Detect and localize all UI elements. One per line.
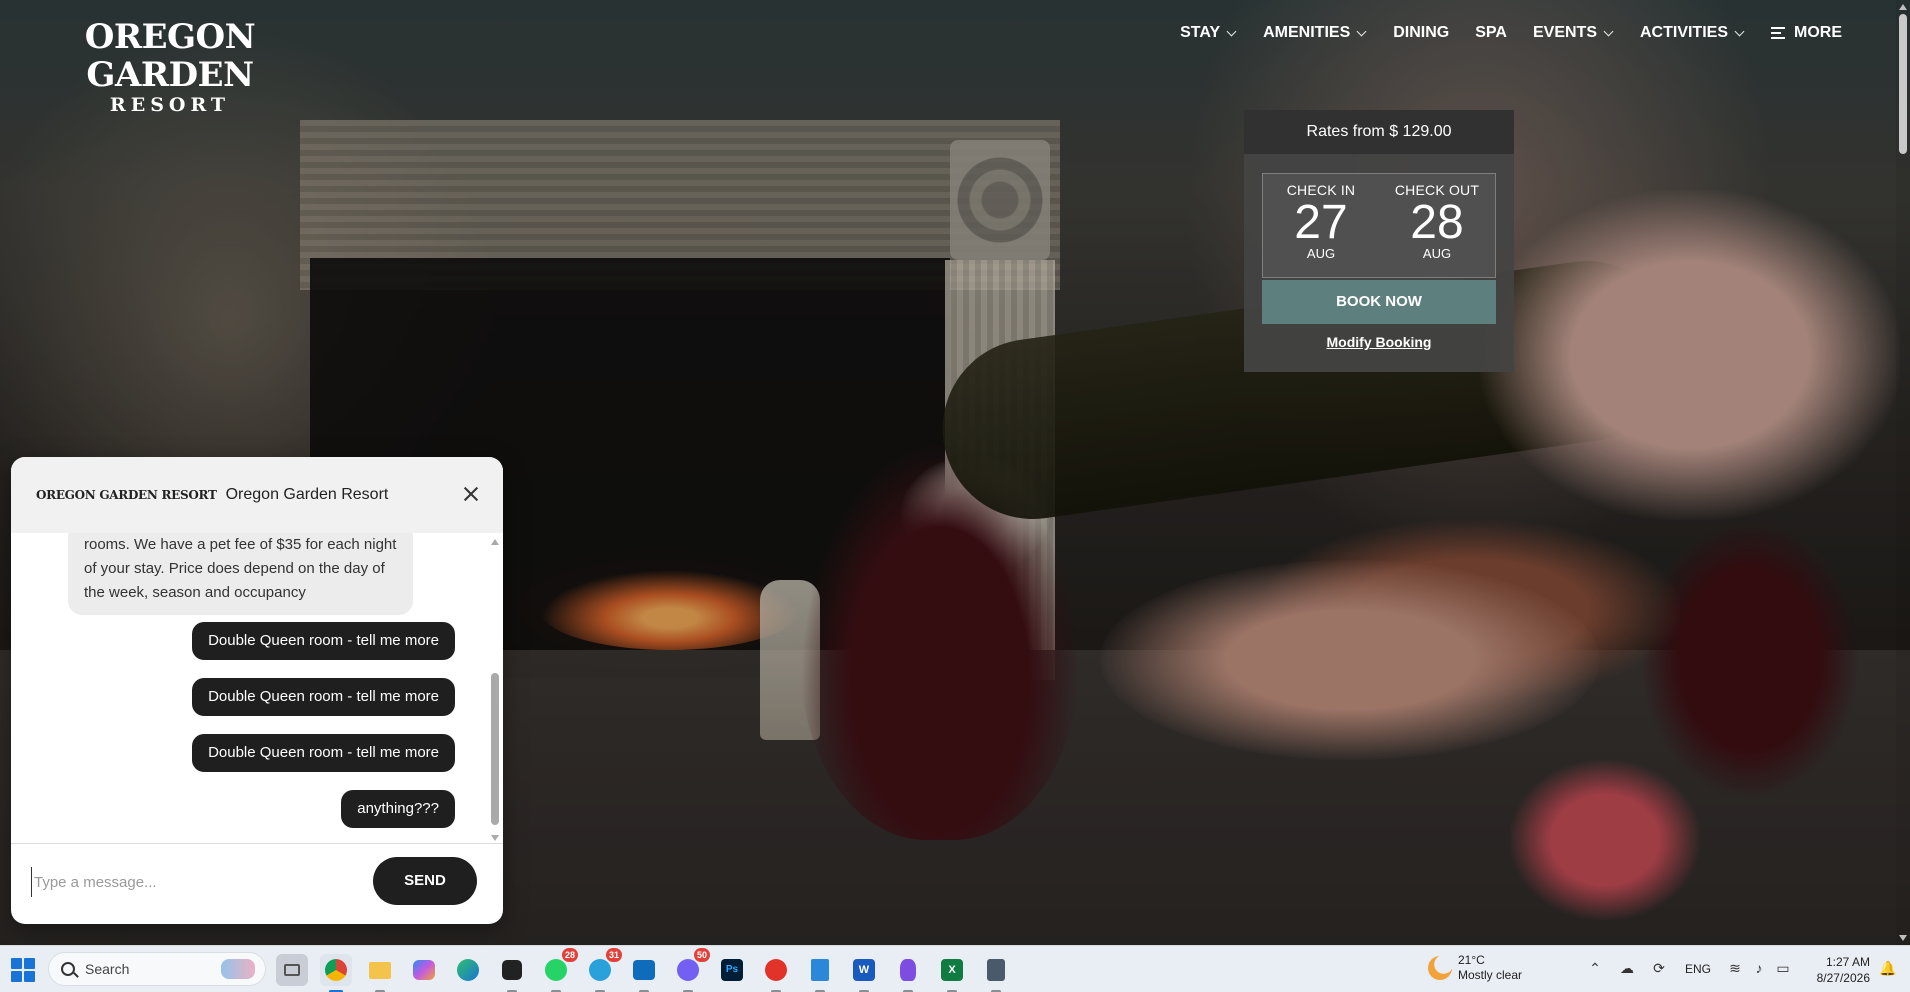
- user-message: Double Queen room - tell me more: [192, 734, 455, 772]
- nav-item-label: STAY: [1180, 24, 1221, 41]
- whatsapp-icon[interactable]: 28: [540, 948, 578, 992]
- nav-item-label: ACTIVITIES: [1639, 24, 1728, 41]
- logo-line-2: RESORT: [109, 94, 231, 116]
- nav-item-label: AMENITIES: [1263, 24, 1351, 41]
- check-out-month: AUG: [1422, 246, 1452, 261]
- nav-item-events[interactable]: EVENTS: [1533, 24, 1614, 42]
- modify-booking-link[interactable]: Modify Booking: [1244, 334, 1514, 350]
- check-out-day: 28: [1410, 196, 1464, 249]
- telegram-icon[interactable]: 31: [584, 948, 622, 992]
- nav-item-label: MORE: [1794, 24, 1842, 41]
- clock-date: 8/27/2026: [1816, 971, 1870, 985]
- excel-icon[interactable]: X: [936, 954, 968, 992]
- user-message: Double Queen room - tell me more: [192, 622, 455, 660]
- battery-icon[interactable]: ▭: [1773, 958, 1793, 978]
- nav-item-label: DINING: [1393, 24, 1450, 41]
- nav-item-label: EVENTS: [1532, 24, 1597, 41]
- scroll-down-arrow-icon[interactable]: [491, 835, 499, 841]
- copilot-icon[interactable]: [408, 954, 440, 986]
- user-message: Double Queen room - tell me more: [192, 678, 455, 716]
- check-out-date[interactable]: CHECK OUT 28 AUG: [1379, 174, 1495, 277]
- search-icon: [61, 962, 75, 976]
- notification-bell-icon[interactable]: 🔔: [1878, 958, 1898, 978]
- chrome-icon[interactable]: [320, 954, 352, 992]
- telegram-badge: 31: [605, 948, 622, 962]
- wifi-icon[interactable]: ≋: [1725, 958, 1745, 978]
- chevron-down-icon: [1734, 26, 1745, 36]
- user-message: anything???: [341, 790, 455, 828]
- chat-divider: [11, 843, 503, 844]
- nav-item-spa[interactable]: SPA: [1475, 24, 1507, 42]
- page-scrollbar[interactable]: [1896, 0, 1910, 945]
- chevron-down-icon: [1356, 26, 1367, 36]
- chevron-down-icon: [1603, 26, 1614, 36]
- nav-item-label: SPA: [1475, 24, 1507, 41]
- chevron-down-icon: [1226, 26, 1237, 36]
- send-button[interactable]: SEND: [373, 857, 477, 905]
- weather-widget[interactable]: 21°C Mostly clear: [1458, 953, 1522, 983]
- taskbar: Search 28 31 50 Ps W X 21°C Mostly clear…: [0, 945, 1910, 992]
- rates-text: Rates from $ 129.00: [1244, 110, 1514, 154]
- check-in-month: AUG: [1306, 246, 1336, 261]
- windows-start-icon[interactable]: [11, 958, 35, 982]
- scroll-down-arrow-icon[interactable]: [1899, 935, 1907, 941]
- date-selector: CHECK IN 27 AUG CHECK OUT 28 AUG: [1262, 173, 1496, 278]
- system-clock[interactable]: 1:27 AM 8/27/2026: [1806, 954, 1870, 986]
- notepad-icon[interactable]: [804, 954, 836, 992]
- menu-icon: [1771, 27, 1785, 39]
- clock-time: 1:27 AM: [1825, 955, 1870, 969]
- logo-line-1: OREGON GARDEN: [84, 17, 256, 95]
- obsidian-icon[interactable]: [892, 954, 924, 992]
- file-explorer-icon[interactable]: [364, 954, 396, 992]
- site-logo[interactable]: OREGON GARDEN RESORT: [50, 18, 290, 116]
- chat-logo: OREGON GARDEN RESORT: [36, 488, 217, 502]
- chat-widget: OREGON GARDEN RESORT Oregon Garden Resor…: [11, 457, 503, 924]
- nav-item-activities[interactable]: ACTIVITIES: [1640, 24, 1745, 42]
- main-nav: STAY AMENITIES DINING SPA EVENTS ACTIVIT…: [1180, 24, 1842, 42]
- close-icon[interactable]: [461, 484, 481, 504]
- chat-message-input[interactable]: [31, 867, 361, 897]
- app-dark-icon[interactable]: [496, 954, 528, 992]
- weather-moon-icon[interactable]: [1428, 956, 1452, 980]
- volume-icon[interactable]: ♪: [1749, 958, 1769, 978]
- search-highlight-image: [221, 959, 255, 979]
- edge-icon[interactable]: [452, 954, 484, 986]
- chevron-up-icon[interactable]: ⌃: [1585, 958, 1605, 978]
- nav-item-amenities[interactable]: AMENITIES: [1263, 24, 1367, 42]
- word-icon[interactable]: W: [848, 954, 880, 992]
- cloud-offline-icon[interactable]: ☁: [1617, 958, 1637, 978]
- chat-messages: rooms. We have a pet fee of $35 for each…: [11, 533, 503, 844]
- chat-scrollbar[interactable]: [489, 535, 501, 845]
- chat-header: OREGON GARDEN RESORT Oregon Garden Resor…: [11, 457, 503, 533]
- language-indicator[interactable]: ENG: [1685, 962, 1711, 976]
- scroll-up-arrow-icon[interactable]: [491, 539, 499, 545]
- calculator-icon[interactable]: [980, 954, 1012, 992]
- search-label: Search: [85, 961, 130, 977]
- taskbar-search[interactable]: Search: [48, 952, 266, 986]
- check-in-date[interactable]: CHECK IN 27 AUG: [1263, 174, 1379, 277]
- photoshop-icon[interactable]: Ps: [716, 954, 748, 986]
- viber-badge: 50: [693, 948, 710, 962]
- task-view-icon[interactable]: [276, 954, 308, 986]
- check-in-day: 27: [1294, 196, 1348, 249]
- booking-widget: Rates from $ 129.00 CHECK IN 27 AUG CHEC…: [1244, 110, 1514, 372]
- pdf-reader-icon[interactable]: [760, 954, 792, 992]
- bot-message: rooms. We have a pet fee of $35 for each…: [68, 533, 413, 615]
- nav-item-dining[interactable]: DINING: [1393, 24, 1449, 42]
- weather-temp: 21°C: [1458, 953, 1485, 967]
- scrollbar-thumb[interactable]: [1899, 14, 1907, 154]
- whatsapp-badge: 28: [561, 948, 578, 962]
- sync-icon[interactable]: ⟳: [1649, 958, 1669, 978]
- outlook-icon[interactable]: [628, 954, 660, 992]
- chat-scrollbar-thumb[interactable]: [491, 673, 499, 825]
- viber-icon[interactable]: 50: [672, 948, 710, 992]
- book-now-button[interactable]: BOOK NOW: [1262, 280, 1496, 324]
- nav-item-more[interactable]: MORE: [1771, 24, 1842, 42]
- nav-item-stay[interactable]: STAY: [1180, 24, 1237, 42]
- scroll-up-arrow-icon[interactable]: [1899, 4, 1907, 10]
- weather-desc: Mostly clear: [1458, 968, 1523, 982]
- chat-title: Oregon Garden Resort: [225, 486, 389, 503]
